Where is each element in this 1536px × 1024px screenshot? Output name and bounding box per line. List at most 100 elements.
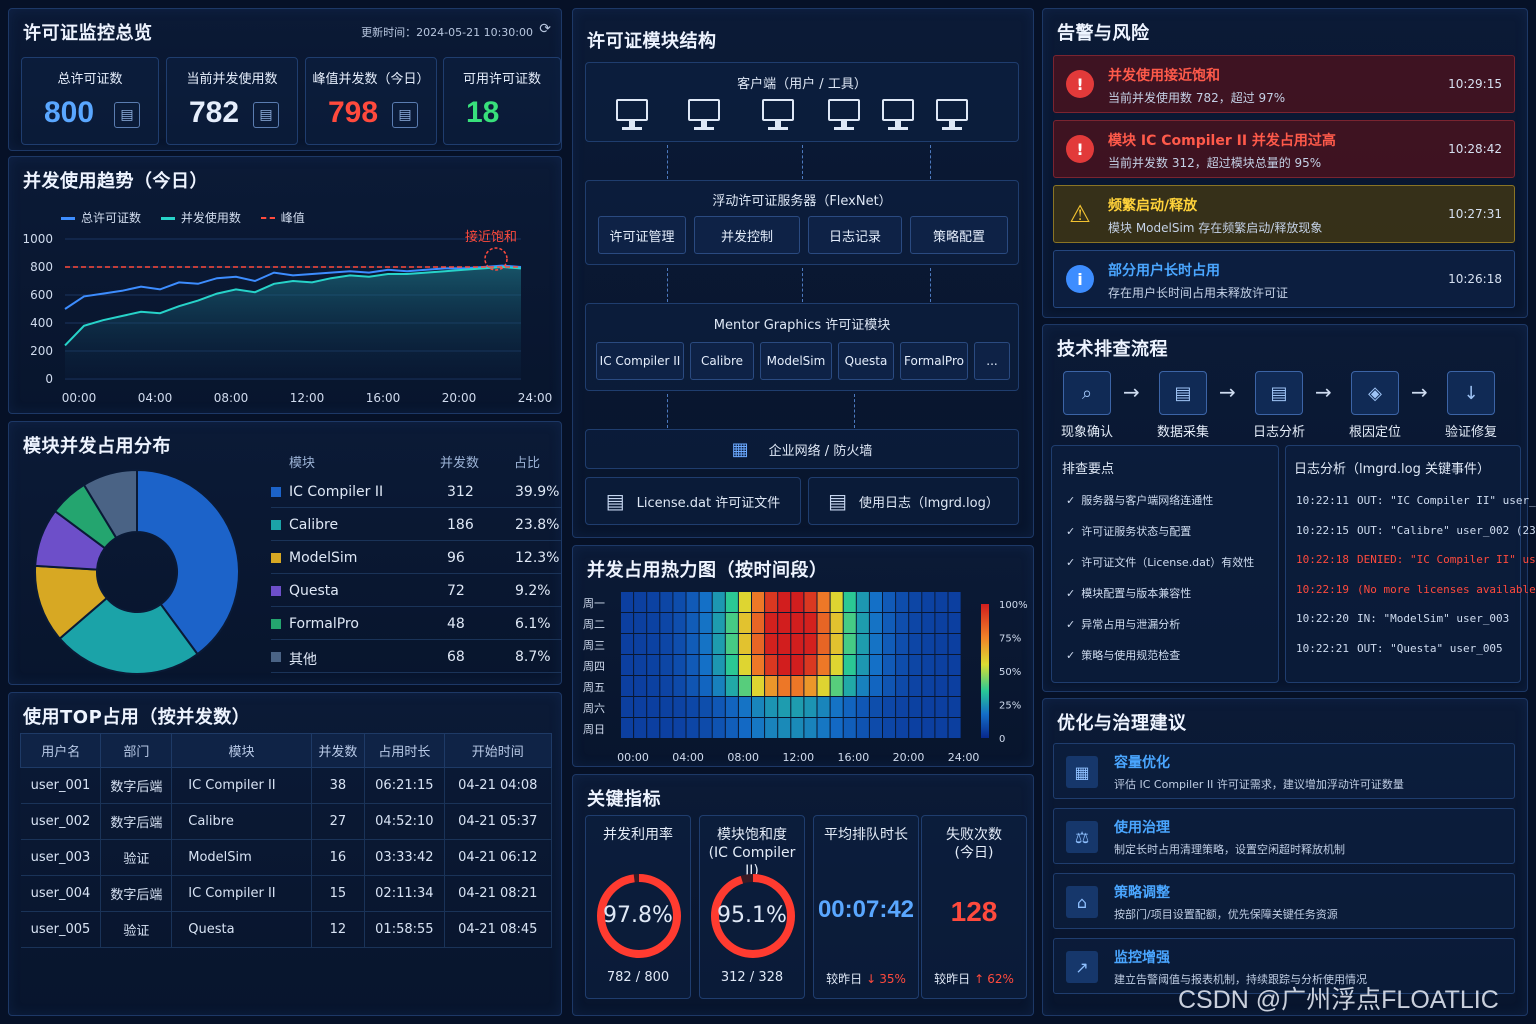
heat-cell <box>856 676 869 696</box>
heat-cell <box>883 655 896 675</box>
alert-item[interactable]: ⚠ 频繁启动/释放 模块 ModelSim 存在频繁启动/释放现象 10:27:31 <box>1053 185 1515 243</box>
heat-cell <box>922 592 935 612</box>
server-item[interactable]: 许可证管理 <box>598 216 686 254</box>
target-icon[interactable]: ◈ <box>1351 371 1399 415</box>
alert-item[interactable]: ! 模块 IC Compiler II 并发占用过高 当前并发数 312，超过模块总… <box>1053 120 1515 178</box>
heat-cell <box>686 634 699 654</box>
heat-cell <box>778 718 791 738</box>
module-swatch <box>271 619 281 629</box>
table-row[interactable]: user_004 数字后端 IC Compiler II 15 02:11:34 04-2… <box>20 875 553 912</box>
heat-cell <box>948 697 961 717</box>
check-icon: ✓ <box>1066 618 1076 631</box>
heat-cell <box>686 613 699 633</box>
log-line: 10:22:11OUT: "IC Compiler II" user_001 (… <box>1296 494 1536 507</box>
table-cell: 验证 <box>100 839 173 876</box>
heat-cell <box>725 634 738 654</box>
metric-card: 模块饱和度 (IC Compiler II) 95.1% 312 / 328 <box>699 815 805 999</box>
table-row[interactable]: user_001 数字后端 IC Compiler II 38 06:21:15 04-2… <box>20 767 553 804</box>
heat-cell <box>948 676 961 696</box>
heat-cell <box>765 697 778 717</box>
table-cell: 04-21 05:37 <box>444 803 553 840</box>
log-icon[interactable]: ▤ <box>1255 371 1303 415</box>
metric-label: 失败次数 (今日) <box>946 827 1002 861</box>
module-row: Questa 72 9.2% <box>271 575 561 607</box>
heat-cell <box>883 592 896 612</box>
table-cell: 12 <box>311 911 366 948</box>
x-tick: 16:00 <box>838 751 870 764</box>
table-cell: 15 <box>311 875 366 912</box>
day-label: 周二 <box>583 618 605 631</box>
heat-cell <box>817 634 830 654</box>
license-file-box[interactable]: ▤ License.dat 许可证文件 <box>585 477 801 525</box>
mentor-item[interactable]: Calibre <box>690 342 754 380</box>
heat-cell <box>883 676 896 696</box>
heat-cell <box>634 634 647 654</box>
x-tick: 04:00 <box>672 751 704 764</box>
capacity-icon: ▦ <box>1066 756 1098 788</box>
heatmap-panel: 并发占用热力图（按时间段） 周一 周二 周三 周四 周五 周六 周日 00:00 04:00 08… <box>572 545 1034 767</box>
heat-cell <box>896 613 909 633</box>
overview-panel: 许可证监控总览 更新时间：2024-05-21 10:30:00 ⟳ 总许可证数… <box>8 8 562 151</box>
heat-cell <box>830 676 843 696</box>
refresh-icon[interactable]: ⟳ <box>539 21 551 37</box>
heat-cell <box>647 592 660 612</box>
heat-cell <box>909 634 922 654</box>
kpi-value: 798 <box>328 96 379 129</box>
heat-cell <box>804 634 817 654</box>
heat-cell <box>909 697 922 717</box>
table-row[interactable]: user_005 验证 Questa 12 01:58:55 04-21 08:45 <box>20 911 553 948</box>
kpi-label: 峰值并发数（今日） <box>312 72 430 87</box>
mentor-item[interactable]: ... <box>974 342 1010 380</box>
module-pct: 8.7% <box>515 649 551 665</box>
table-cell: 01:58:55 <box>364 911 445 948</box>
heat-cell <box>896 718 909 738</box>
table-cell: 04-21 08:21 <box>444 875 553 912</box>
mentor-item[interactable]: IC Compiler II <box>596 342 684 380</box>
flow-title: 技术排查流程 <box>1057 339 1168 360</box>
search-icon[interactable]: ⌕ <box>1063 371 1111 415</box>
mentor-item[interactable]: Questa <box>838 342 894 380</box>
monitor-chart-icon: ↗ <box>1066 951 1098 983</box>
heat-cell <box>791 613 804 633</box>
advice-item[interactable]: ⌂ 策略调整 按部门/项目设置配额，优先保障关键任务资源 <box>1053 873 1515 929</box>
module-name: Calibre <box>289 517 339 533</box>
heat-cell <box>804 697 817 717</box>
heat-cell <box>804 655 817 675</box>
checklist-item: ✓ 策略与使用规范检查 <box>1066 649 1181 662</box>
advice-panel: 优化与治理建议 ▦ 容量优化 评估 IC Compiler II 许可证需求，建议增… <box>1042 698 1528 1016</box>
server-item[interactable]: 并发控制 <box>694 216 800 254</box>
heat-cell <box>948 655 961 675</box>
server-item[interactable]: 策略配置 <box>910 216 1008 254</box>
data-collect-icon[interactable]: ▤ <box>1159 371 1207 415</box>
server-item[interactable]: 日志记录 <box>808 216 902 254</box>
alert-item[interactable]: i 部分用户长时占用 存在用户长时间占用未释放许可证 10:26:18 <box>1053 250 1515 308</box>
col-module: 模块 <box>289 456 316 471</box>
log-file-box[interactable]: ▤ 使用日志（lmgrd.log） <box>808 477 1019 525</box>
x-tick: 20:00 <box>442 391 477 405</box>
heat-cell <box>883 634 896 654</box>
alert-title: 模块 IC Compiler II 并发占用过高 <box>1108 133 1336 149</box>
heat-cell <box>922 634 935 654</box>
table-cell: user_004 <box>20 875 102 912</box>
alert-item[interactable]: ! 并发使用接近饱和 当前并发使用数 782，超过 97% 10:29:15 <box>1053 55 1515 113</box>
heat-cell <box>660 655 673 675</box>
table-row[interactable]: user_002 数字后端 Calibre 27 04:52:10 04-21 05:37 <box>20 803 553 840</box>
heat-cell <box>869 634 882 654</box>
concurrent-area <box>65 267 521 379</box>
table-row[interactable]: user_003 验证 ModelSim 16 03:33:42 04-21 06:12 <box>20 839 553 876</box>
heat-cell <box>778 613 791 633</box>
mentor-item[interactable]: ModelSim <box>760 342 832 380</box>
heat-cell <box>830 655 843 675</box>
x-tick: 00:00 <box>617 751 649 764</box>
advice-item[interactable]: ⚖ 使用治理 制定长时占用清理策略，设置空闲超时释放机制 <box>1053 808 1515 864</box>
mentor-item[interactable]: FormalPro <box>900 342 968 380</box>
checklist-item: ✓ 异常占用与泄漏分析 <box>1066 618 1181 631</box>
advice-item[interactable]: ▦ 容量优化 评估 IC Compiler II 许可证需求，建议增加浮动许可证数量 <box>1053 743 1515 799</box>
heat-cell <box>922 718 935 738</box>
heat-cell <box>869 592 882 612</box>
color-scale <box>981 604 989 738</box>
verify-icon[interactable]: ↓ <box>1447 371 1495 415</box>
heat-cell <box>896 655 909 675</box>
server-label: 浮动许可证服务器（FlexNet） <box>712 194 892 209</box>
heat-cell <box>621 697 634 717</box>
